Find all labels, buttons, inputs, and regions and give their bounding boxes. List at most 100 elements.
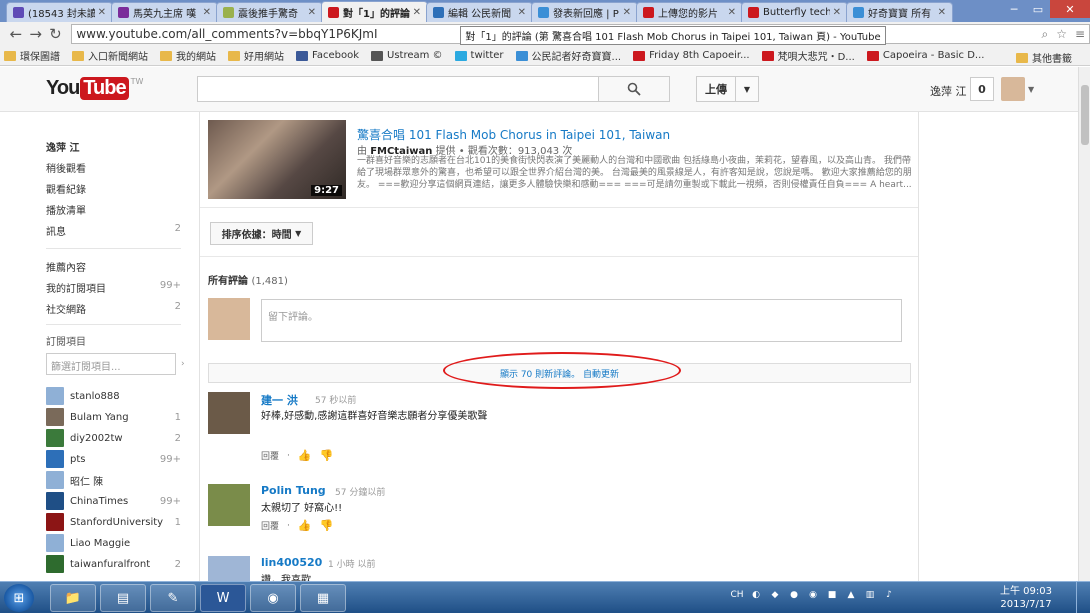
chevron-down-icon[interactable]: ▼ (1028, 85, 1034, 94)
close-icon[interactable]: ✕ (518, 7, 526, 18)
guide-item-playlists[interactable]: 播放清單 (46, 202, 181, 217)
bookmark-item[interactable]: Capoeira - Basic D... (866, 50, 984, 61)
folder-icon[interactable]: 📁 (50, 584, 96, 612)
browser-tab[interactable]: 編輯 公民新聞 ✕ (426, 2, 533, 22)
subscription-item[interactable]: 昭仁 陳 (46, 471, 181, 489)
forward-arrow-icon[interactable]: → (26, 24, 46, 44)
guide-item-subscriptions[interactable]: 我的訂閱項目 99+ (46, 280, 181, 295)
browser-tab[interactable]: 馬英九主席 嘆 ✕ (111, 2, 218, 22)
avatar[interactable] (1001, 77, 1025, 101)
browser-tab[interactable]: 震後推手驚奇 ✕ (216, 2, 323, 22)
chrome-icon[interactable]: ◉ (250, 584, 296, 612)
notepad-icon[interactable]: ▦ (300, 584, 346, 612)
thumbs-down-icon[interactable]: 👎 (320, 519, 334, 532)
reload-icon[interactable]: ↻ (46, 24, 66, 44)
volume-icon[interactable]: ♪ (882, 588, 896, 602)
subscription-item[interactable]: pts 99+ (46, 450, 181, 468)
bookmark-star-icon[interactable]: ☆ (1056, 27, 1067, 42)
avatar[interactable] (208, 392, 250, 434)
show-desktop-button[interactable] (1076, 582, 1090, 613)
close-icon[interactable]: ✕ (938, 7, 946, 18)
comment-input[interactable]: 留下評論。 (261, 299, 902, 342)
subscription-item[interactable]: ChinaTimes 99+ (46, 492, 181, 510)
video-thumbnail[interactable]: 9:27 (208, 120, 346, 199)
search-input[interactable] (197, 76, 599, 102)
back-arrow-icon[interactable]: ← (6, 24, 26, 44)
notification-count[interactable]: 0 (970, 77, 994, 101)
thumbs-down-icon[interactable]: 👎 (320, 449, 334, 462)
subscription-item[interactable]: stanlo888 (46, 387, 181, 405)
subscription-item[interactable]: StanfordUniversity 1 (46, 513, 181, 531)
close-icon[interactable]: ✕ (623, 7, 631, 18)
bookmark-item[interactable]: 我的網站 (160, 48, 216, 63)
archive-icon[interactable]: ▤ (100, 584, 146, 612)
minimize-icon[interactable]: ─ (1002, 0, 1026, 18)
filter-subscriptions-input[interactable]: 篩選訂閱項目... (46, 353, 176, 375)
close-icon[interactable]: ✕ (98, 7, 106, 18)
comment-author[interactable]: 建一 洪 (261, 392, 298, 408)
comment-author[interactable]: lin400520 (261, 556, 322, 569)
subscription-item[interactable]: Liao Maggie (46, 534, 181, 552)
start-button[interactable]: ⊞ (4, 584, 34, 612)
browser-tab[interactable]: 好奇寶寶 所有 ✕ (846, 2, 953, 22)
chevron-right-icon[interactable]: › (181, 359, 185, 369)
comment-author[interactable]: Polin Tung (261, 484, 326, 497)
reply-button[interactable]: 回覆 (261, 449, 279, 462)
subscription-item[interactable]: diy2002tw 2 (46, 429, 181, 447)
thumbs-up-icon[interactable]: 👍 (298, 449, 312, 462)
avatar[interactable] (208, 484, 250, 526)
guide-item-recommended[interactable]: 推薦內容 (46, 259, 181, 274)
ime-icon[interactable]: ◐ (749, 588, 763, 602)
search-icon[interactable]: ⌕ (1041, 27, 1048, 42)
subscription-item[interactable]: taiwanfuralfront 2 (46, 555, 181, 573)
window-close-icon[interactable]: ✕ (1050, 0, 1090, 18)
tray-app-icon[interactable]: ▲ (844, 588, 858, 602)
close-icon[interactable]: ✕ (413, 7, 421, 18)
bookmark-item[interactable]: 入口新聞網站 (72, 48, 148, 63)
close-icon[interactable]: ✕ (203, 7, 211, 18)
video-title[interactable]: 驚喜合唱 101 Flash Mob Chorus in Taipei 101,… (357, 126, 670, 143)
close-icon[interactable]: ✕ (833, 7, 841, 18)
search-button[interactable] (598, 76, 670, 102)
subscription-item[interactable]: Bulam Yang 1 (46, 408, 181, 426)
language-indicator[interactable]: CH (730, 588, 744, 602)
scrollbar[interactable] (1078, 67, 1090, 581)
browser-tab[interactable]: (18543 封未讀 ✕ (6, 2, 113, 22)
bookmark-item[interactable]: 環保圖譜 (4, 48, 60, 63)
maximize-icon[interactable]: ▭ (1026, 0, 1050, 18)
browser-tab-active[interactable]: 對「1」的評論 ✕ (321, 1, 428, 22)
scrollbar-thumb[interactable] (1081, 85, 1089, 145)
guide-item-watch-later[interactable]: 稍後觀看 (46, 160, 181, 175)
bookmark-item[interactable]: 公民記者好奇寶寶... (515, 48, 621, 63)
taskbar-clock[interactable]: 上午 09:03 2013/7/17 (1000, 585, 1052, 611)
thumbs-up-icon[interactable]: 👍 (298, 519, 312, 532)
menu-icon[interactable]: ≡ (1075, 27, 1085, 42)
other-bookmarks[interactable]: 其他書籤 (1016, 50, 1072, 65)
bookmark-item[interactable]: 梵唄大悲咒・D... (761, 48, 855, 63)
tray-app-icon[interactable]: ● (787, 588, 801, 602)
tray-app-icon[interactable]: ◆ (768, 588, 782, 602)
tray-app-icon[interactable]: ■ (825, 588, 839, 602)
tray-app-icon[interactable]: ◉ (806, 588, 820, 602)
youtube-logo[interactable]: You Tube TW (46, 77, 143, 100)
user-name[interactable]: 逸萍 江 (930, 83, 967, 99)
bookmark-item[interactable]: Friday 8th Capoeir... (633, 50, 750, 61)
network-icon[interactable]: ▥ (863, 588, 877, 602)
chevron-down-icon[interactable]: ▼ (735, 76, 759, 102)
close-icon[interactable]: ✕ (308, 7, 316, 18)
browser-tab[interactable]: 上傳您的影片 ✕ (636, 2, 743, 22)
guide-item-social[interactable]: 社交網路 2 (46, 301, 181, 316)
close-icon[interactable]: ✕ (728, 7, 736, 18)
reply-button[interactable]: 回覆 (261, 519, 279, 532)
bookmark-item[interactable]: 好用網站 (228, 48, 284, 63)
sort-button[interactable]: 排序依據：時間 ▼ (210, 222, 313, 245)
bookmark-item[interactable]: Facebook (296, 50, 359, 61)
bookmark-item[interactable]: Ustream © (371, 50, 443, 61)
upload-button[interactable]: 上傳 (696, 76, 736, 102)
browser-tab[interactable]: 發表新回應 | P ✕ (531, 2, 638, 22)
word-icon[interactable]: W (200, 584, 246, 612)
guide-item-messages[interactable]: 訊息 2 (46, 223, 181, 238)
guide-item-profile[interactable]: 逸萍 江 (46, 139, 181, 154)
bookmark-item[interactable]: twitter (454, 50, 504, 61)
paint-icon[interactable]: ✎ (150, 584, 196, 612)
